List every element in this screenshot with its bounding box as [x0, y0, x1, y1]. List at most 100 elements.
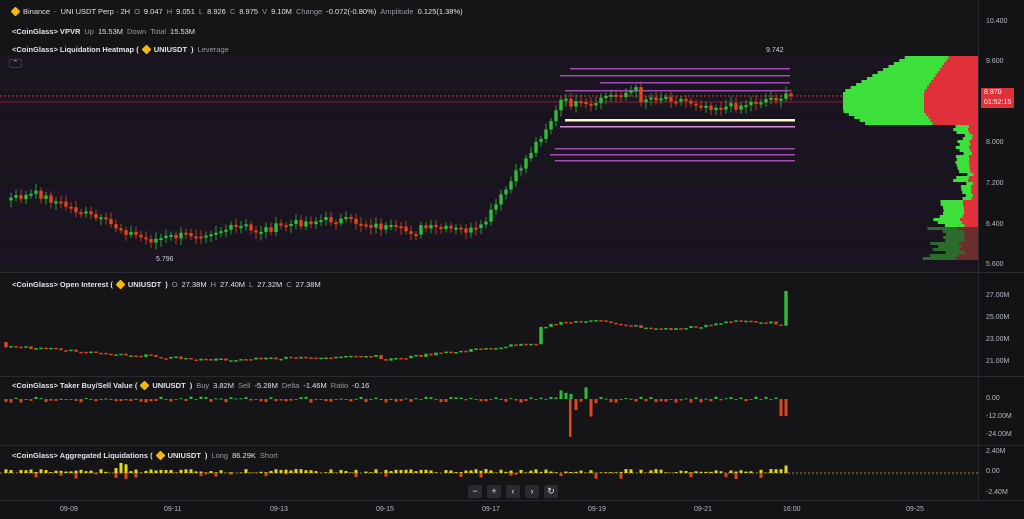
vpvr-down-bar	[971, 191, 978, 194]
vpvr-up-bar	[962, 191, 972, 194]
zoom-in-button[interactable]: +	[487, 485, 501, 498]
time-axis[interactable]	[0, 500, 1024, 519]
taker-legend[interactable]: <CoinGlass> Taker Buy/Sell Value ( UNIUS…	[12, 380, 369, 391]
reset-chart-button[interactable]: ↻	[544, 485, 558, 498]
taker-bar	[709, 399, 713, 402]
taker-bar	[724, 398, 728, 400]
taker-bar	[69, 399, 73, 400]
high-annotation: 9.742	[766, 47, 784, 54]
taker-bar	[344, 399, 348, 400]
oi-legend[interactable]: <CoinGlass> Open Interest ( UNIUSDT ) O2…	[12, 279, 321, 290]
vpvr-up-bar	[945, 233, 966, 236]
candle	[684, 98, 688, 101]
oi-candle	[244, 359, 248, 361]
time-tick: 09-21	[694, 506, 712, 513]
taker-bar	[644, 399, 648, 402]
candle	[469, 227, 473, 233]
candle	[344, 217, 348, 220]
candle	[569, 98, 573, 107]
long-liq-bar	[24, 470, 28, 473]
candle	[789, 93, 793, 97]
heatmap-legend[interactable]: <CoinGlass> Liquidation Heatmap ( UNIUSD…	[12, 44, 229, 55]
taker-bar	[689, 399, 693, 403]
long-liq-bar	[9, 469, 13, 473]
oi-candle	[774, 321, 778, 325]
taker-bar	[134, 398, 138, 400]
candle	[79, 212, 83, 215]
oi-candle	[219, 358, 223, 360]
taker-bar	[664, 399, 668, 402]
oi-candle	[234, 360, 238, 362]
oi-candle	[759, 322, 763, 324]
oi-open-label: O	[171, 280, 178, 289]
oi-close-label: C	[286, 280, 292, 289]
candle	[529, 152, 533, 159]
collapse-legend-button[interactable]: ⌃	[9, 59, 22, 68]
vpvr-up-bar	[957, 140, 970, 143]
candle	[514, 170, 518, 182]
taker-bar	[699, 399, 703, 403]
vpvr-down-bar	[970, 149, 978, 152]
vpvr-legend[interactable]: <CoinGlass> VPVR Up 15.53M Down Total 15.5…	[12, 27, 195, 36]
oi-candle	[89, 351, 93, 354]
oi-candle	[254, 357, 258, 360]
vpvr-down-bar	[930, 119, 978, 122]
scroll-left-button[interactable]: ‹	[506, 485, 520, 498]
oi-candle	[779, 324, 783, 327]
oi-candle	[284, 356, 288, 359]
candle	[214, 232, 218, 235]
vpvr-down-bar	[969, 131, 978, 134]
long-liq-bar	[44, 470, 48, 473]
low-label: L	[198, 7, 204, 16]
oi-candle	[729, 321, 733, 323]
taker-bar	[409, 399, 413, 402]
vpvr-down-bar	[948, 56, 978, 59]
scroll-right-button[interactable]: ›	[525, 485, 539, 498]
buy-label: Buy	[196, 381, 210, 390]
candle	[269, 227, 273, 232]
liq-legend[interactable]: <CoinGlass> Aggregated Liquidations ( UN…	[12, 450, 278, 461]
oi-candle	[699, 327, 703, 329]
oi-candle	[334, 356, 338, 359]
zoom-out-button[interactable]: −	[468, 485, 482, 498]
taker-bar	[429, 397, 433, 399]
heatmap-band	[0, 55, 978, 61]
oi-candle	[114, 354, 118, 356]
long-liq-bar	[464, 470, 468, 473]
candle	[294, 220, 298, 224]
taker-bar	[14, 397, 18, 399]
taker-bar	[179, 398, 183, 400]
long-liq-bar	[614, 472, 618, 473]
oi-candle	[329, 357, 333, 360]
symbol-name[interactable]: UNI USDT Perp · 2H	[61, 7, 130, 16]
long-liq-bar	[729, 470, 733, 473]
vpvr-down-bar	[924, 89, 978, 92]
vpvr-up-bar	[964, 134, 973, 137]
coin-icon	[115, 279, 126, 290]
taker-bar	[669, 399, 673, 400]
taker-bar	[599, 397, 603, 399]
oi-candle	[149, 354, 153, 356]
candle	[369, 225, 373, 228]
short-liq-bar	[419, 473, 423, 474]
long-liq-bar	[524, 472, 528, 473]
vpvr-up-bar	[843, 104, 924, 107]
oi-candle	[649, 327, 653, 330]
vpvr-down-bar	[935, 74, 978, 77]
chevron-up-icon: ⌃	[12, 60, 19, 67]
vpvr-down-bar	[927, 86, 978, 89]
time-tick: 09-09	[60, 506, 78, 513]
taker-bar	[294, 399, 298, 400]
vpvr-up-bar	[932, 248, 960, 251]
taker-bar	[4, 399, 8, 402]
taker-bar	[349, 399, 353, 402]
candle	[634, 87, 638, 91]
oi-candle	[534, 343, 538, 346]
long-liq-bar	[369, 472, 373, 473]
taker-bar	[199, 396, 203, 399]
long-liq-bar	[134, 469, 138, 473]
oi-candle	[464, 350, 468, 353]
candle	[694, 103, 698, 106]
taker-bar	[454, 397, 458, 399]
liq-symbol: UNIUSDT	[167, 451, 201, 460]
